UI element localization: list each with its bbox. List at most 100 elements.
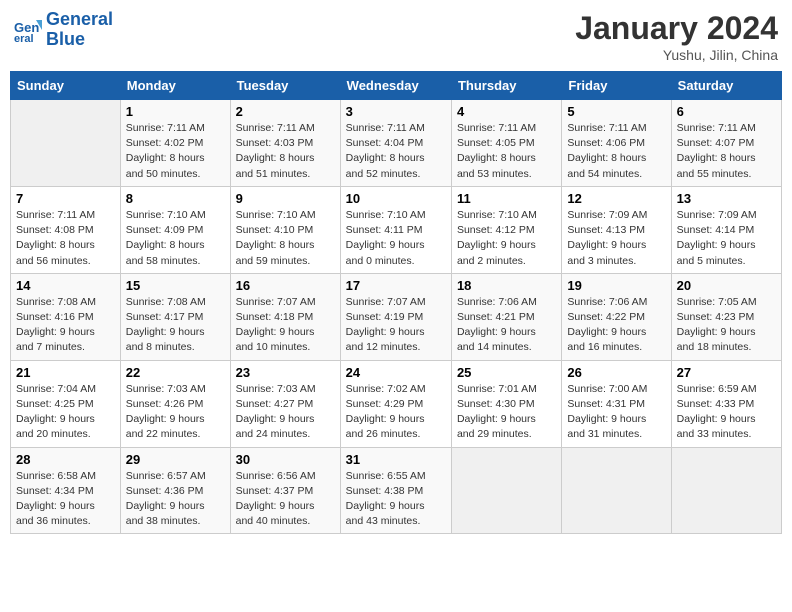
day-info: Sunrise: 7:05 AM Sunset: 4:23 PM Dayligh… <box>677 295 776 356</box>
week-row-1: 7 Sunrise: 7:11 AM Sunset: 4:08 PM Daylig… <box>11 186 782 273</box>
calendar-cell: 23Sunrise: 7:03 AM Sunset: 4:27 PM Dayli… <box>230 360 340 447</box>
day-number: 3 <box>346 104 446 119</box>
day-info: Sunrise: 7:08 AM Sunset: 4:17 PM Dayligh… <box>126 295 225 356</box>
day-info: Sunrise: 7:10 AM Sunset: 4:10 PM Dayligh… <box>236 208 335 269</box>
calendar-cell: 3Sunrise: 7:11 AM Sunset: 4:04 PM Daylig… <box>340 100 451 187</box>
calendar-cell: 10Sunrise: 7:10 AM Sunset: 4:11 PM Dayli… <box>340 186 451 273</box>
calendar-cell: 11 Sunrise: 7:10 AM Sunset: 4:12 PM Dayli… <box>451 186 561 273</box>
day-info: Sunrise: 7:07 AM Sunset: 4:18 PM Dayligh… <box>236 295 335 356</box>
calendar-cell: 18 Sunrise: 7:06 AM Sunset: 4:21 PM Dayli… <box>451 273 561 360</box>
calendar-cell: 5 Sunrise: 7:11 AM Sunset: 4:06 PM Daylig… <box>562 100 671 187</box>
day-number: 4 <box>457 104 556 119</box>
calendar-cell: 20Sunrise: 7:05 AM Sunset: 4:23 PM Dayli… <box>671 273 781 360</box>
day-number: 19 <box>567 278 665 293</box>
header-saturday: Saturday <box>671 72 781 100</box>
day-info: Sunrise: 7:08 AM Sunset: 4:16 PM Dayligh… <box>16 295 115 356</box>
calendar-cell: 13 Sunrise: 7:09 AM Sunset: 4:14 PM Dayli… <box>671 186 781 273</box>
title-block: January 2024 Yushu, Jilin, China <box>575 10 778 63</box>
day-info: Sunrise: 6:57 AM Sunset: 4:36 PM Dayligh… <box>126 469 225 530</box>
day-info: Sunrise: 7:10 AM Sunset: 4:09 PM Dayligh… <box>126 208 225 269</box>
week-row-3: 21Sunrise: 7:04 AM Sunset: 4:25 PM Dayli… <box>11 360 782 447</box>
day-info: Sunrise: 7:01 AM Sunset: 4:30 PM Dayligh… <box>457 382 556 443</box>
day-info: Sunrise: 7:07 AM Sunset: 4:19 PM Dayligh… <box>346 295 446 356</box>
calendar-table: SundayMondayTuesdayWednesdayThursdayFrid… <box>10 71 782 534</box>
day-number: 6 <box>677 104 776 119</box>
day-number: 22 <box>126 365 225 380</box>
day-number: 15 <box>126 278 225 293</box>
day-info: Sunrise: 7:11 AM Sunset: 4:02 PM Dayligh… <box>126 121 225 182</box>
day-number: 18 <box>457 278 556 293</box>
location-subtitle: Yushu, Jilin, China <box>575 47 778 63</box>
calendar-cell: 28 Sunrise: 6:58 AM Sunset: 4:34 PM Dayli… <box>11 447 121 534</box>
day-info: Sunrise: 6:56 AM Sunset: 4:37 PM Dayligh… <box>236 469 335 530</box>
calendar-cell: 8Sunrise: 7:10 AM Sunset: 4:09 PM Daylig… <box>120 186 230 273</box>
day-number: 7 <box>16 191 115 206</box>
calendar-cell: 14 Sunrise: 7:08 AM Sunset: 4:16 PM Dayli… <box>11 273 121 360</box>
day-number: 2 <box>236 104 335 119</box>
header-sunday: Sunday <box>11 72 121 100</box>
day-info: Sunrise: 7:11 AM Sunset: 4:05 PM Dayligh… <box>457 121 556 182</box>
day-info: Sunrise: 6:55 AM Sunset: 4:38 PM Dayligh… <box>346 469 446 530</box>
day-number: 24 <box>346 365 446 380</box>
day-number: 12 <box>567 191 665 206</box>
day-number: 21 <box>16 365 115 380</box>
header-wednesday: Wednesday <box>340 72 451 100</box>
day-number: 16 <box>236 278 335 293</box>
day-number: 30 <box>236 452 335 467</box>
day-info: Sunrise: 7:06 AM Sunset: 4:22 PM Dayligh… <box>567 295 665 356</box>
day-info: Sunrise: 7:11 AM Sunset: 4:07 PM Dayligh… <box>677 121 776 182</box>
header-thursday: Thursday <box>451 72 561 100</box>
calendar-cell: 4 Sunrise: 7:11 AM Sunset: 4:05 PM Daylig… <box>451 100 561 187</box>
day-number: 28 <box>16 452 115 467</box>
header-friday: Friday <box>562 72 671 100</box>
calendar-cell: 9Sunrise: 7:10 AM Sunset: 4:10 PM Daylig… <box>230 186 340 273</box>
calendar-cell: 30 Sunrise: 6:56 AM Sunset: 4:37 PM Dayli… <box>230 447 340 534</box>
week-row-0: 1 Sunrise: 7:11 AM Sunset: 4:02 PM Daylig… <box>11 100 782 187</box>
day-info: Sunrise: 7:00 AM Sunset: 4:31 PM Dayligh… <box>567 382 665 443</box>
day-info: Sunrise: 7:06 AM Sunset: 4:21 PM Dayligh… <box>457 295 556 356</box>
day-info: Sunrise: 6:59 AM Sunset: 4:33 PM Dayligh… <box>677 382 776 443</box>
calendar-cell: 25Sunrise: 7:01 AM Sunset: 4:30 PM Dayli… <box>451 360 561 447</box>
calendar-cell <box>562 447 671 534</box>
calendar-cell: 31 Sunrise: 6:55 AM Sunset: 4:38 PM Dayli… <box>340 447 451 534</box>
calendar-cell: 27 Sunrise: 6:59 AM Sunset: 4:33 PM Dayli… <box>671 360 781 447</box>
week-row-4: 28 Sunrise: 6:58 AM Sunset: 4:34 PM Dayli… <box>11 447 782 534</box>
logo-text: General Blue <box>46 10 113 50</box>
day-info: Sunrise: 7:10 AM Sunset: 4:12 PM Dayligh… <box>457 208 556 269</box>
day-number: 29 <box>126 452 225 467</box>
day-info: Sunrise: 7:11 AM Sunset: 4:03 PM Dayligh… <box>236 121 335 182</box>
day-info: Sunrise: 7:09 AM Sunset: 4:13 PM Dayligh… <box>567 208 665 269</box>
calendar-cell <box>451 447 561 534</box>
day-info: Sunrise: 7:03 AM Sunset: 4:27 PM Dayligh… <box>236 382 335 443</box>
day-info: Sunrise: 7:03 AM Sunset: 4:26 PM Dayligh… <box>126 382 225 443</box>
day-info: Sunrise: 6:58 AM Sunset: 4:34 PM Dayligh… <box>16 469 115 530</box>
calendar-cell: 12 Sunrise: 7:09 AM Sunset: 4:13 PM Dayli… <box>562 186 671 273</box>
logo-general: General <box>46 9 113 29</box>
header-monday: Monday <box>120 72 230 100</box>
day-info: Sunrise: 7:11 AM Sunset: 4:08 PM Dayligh… <box>16 208 115 269</box>
day-number: 11 <box>457 191 556 206</box>
calendar-cell: 21Sunrise: 7:04 AM Sunset: 4:25 PM Dayli… <box>11 360 121 447</box>
header-tuesday: Tuesday <box>230 72 340 100</box>
calendar-cell: 15 Sunrise: 7:08 AM Sunset: 4:17 PM Dayli… <box>120 273 230 360</box>
calendar-cell: 2 Sunrise: 7:11 AM Sunset: 4:03 PM Daylig… <box>230 100 340 187</box>
day-number: 17 <box>346 278 446 293</box>
calendar-cell: 26 Sunrise: 7:00 AM Sunset: 4:31 PM Dayli… <box>562 360 671 447</box>
day-number: 31 <box>346 452 446 467</box>
day-info: Sunrise: 7:10 AM Sunset: 4:11 PM Dayligh… <box>346 208 446 269</box>
day-number: 14 <box>16 278 115 293</box>
calendar-cell: 17 Sunrise: 7:07 AM Sunset: 4:19 PM Dayli… <box>340 273 451 360</box>
day-info: Sunrise: 7:09 AM Sunset: 4:14 PM Dayligh… <box>677 208 776 269</box>
calendar-cell: 1 Sunrise: 7:11 AM Sunset: 4:02 PM Daylig… <box>120 100 230 187</box>
day-number: 1 <box>126 104 225 119</box>
calendar-cell: 6 Sunrise: 7:11 AM Sunset: 4:07 PM Daylig… <box>671 100 781 187</box>
calendar-cell: 22 Sunrise: 7:03 AM Sunset: 4:26 PM Dayli… <box>120 360 230 447</box>
day-info: Sunrise: 7:11 AM Sunset: 4:06 PM Dayligh… <box>567 121 665 182</box>
calendar-cell: 19 Sunrise: 7:06 AM Sunset: 4:22 PM Dayli… <box>562 273 671 360</box>
page-header: Gen eral General Blue January 2024 Yushu… <box>10 10 782 63</box>
day-info: Sunrise: 7:02 AM Sunset: 4:29 PM Dayligh… <box>346 382 446 443</box>
day-number: 27 <box>677 365 776 380</box>
day-number: 26 <box>567 365 665 380</box>
day-number: 5 <box>567 104 665 119</box>
day-number: 13 <box>677 191 776 206</box>
